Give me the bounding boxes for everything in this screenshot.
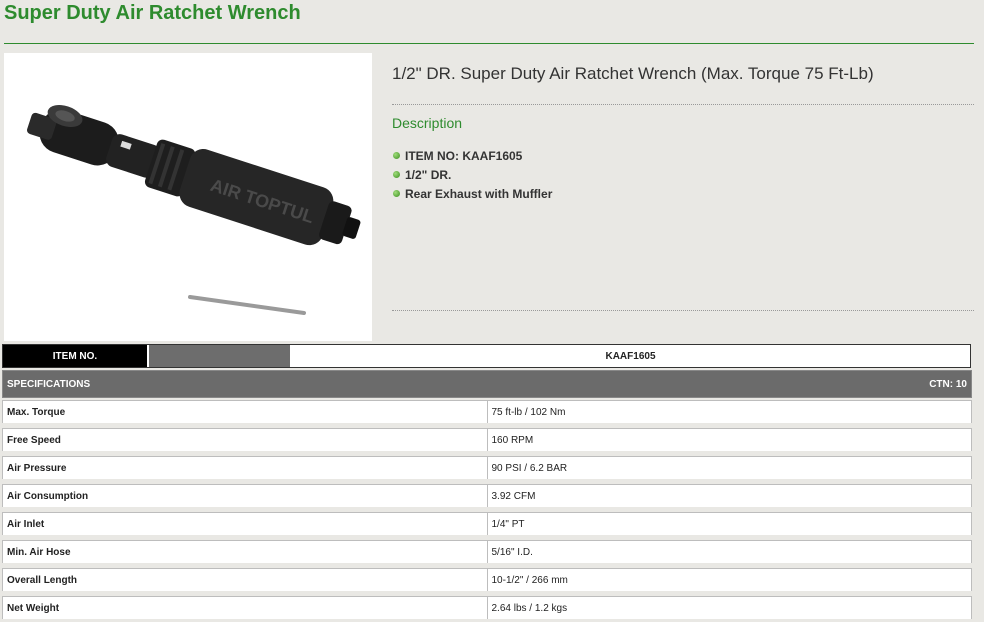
page-title: Super Duty Air Ratchet Wrench — [4, 2, 301, 24]
description-title: Description — [392, 115, 463, 131]
table-row: Air Pressure 90 PSI / 6.2 BAR — [2, 456, 972, 481]
spec-value: 5/16" I.D. — [486, 540, 972, 565]
table-row: Free Speed 160 RPM — [2, 428, 972, 453]
spec-value: 2.64 lbs / 1.2 kgs — [486, 596, 972, 621]
item-number-bar: ITEM NO. KAAF1605 — [2, 344, 971, 368]
description-item-text: Rear Exhaust with Muffler — [405, 186, 553, 201]
spec-name: Overall Length — [2, 568, 488, 593]
table-row: Min. Air Hose 5/16" I.D. — [2, 540, 972, 565]
spec-name: Air Inlet — [2, 512, 488, 537]
spec-name: Min. Air Hose — [2, 540, 488, 565]
bullet-icon — [393, 152, 400, 159]
description-item: ITEM NO: KAAF1605 — [393, 146, 552, 165]
spec-value: 75 ft-lb / 102 Nm — [486, 400, 972, 425]
bullet-icon — [393, 190, 400, 197]
specifications-title: SPECIFICATIONS — [2, 370, 487, 398]
table-row: Overall Length 10-1/2" / 266 mm — [2, 568, 972, 593]
description-item-text: 1/2" DR. — [405, 167, 452, 182]
description-list: ITEM NO: KAAF1605 1/2" DR. Rear Exhaust … — [393, 146, 552, 203]
product-heading: 1/2" DR. Super Duty Air Ratchet Wrench (… — [392, 64, 874, 83]
item-number-spacer — [149, 345, 290, 367]
heading-divider — [392, 104, 974, 105]
spec-name: Air Consumption — [2, 484, 488, 509]
description-item: 1/2" DR. — [393, 165, 552, 184]
table-row: Max. Torque 75 ft-lb / 102 Nm — [2, 400, 972, 425]
spec-value: 90 PSI / 6.2 BAR — [486, 456, 972, 481]
specifications-table: SPECIFICATIONS CTN: 10 Max. Torque 75 ft-… — [2, 370, 972, 622]
carton-count: CTN: 10 — [487, 370, 972, 398]
spec-value: 3.92 CFM — [486, 484, 972, 509]
spec-name: Free Speed — [2, 428, 488, 453]
spec-name: Max. Torque — [2, 400, 488, 425]
item-number-label: ITEM NO. — [3, 345, 147, 367]
item-number-value: KAAF1605 — [605, 350, 656, 362]
product-image: AIR TOPTUL — [4, 53, 372, 341]
specifications-header: SPECIFICATIONS CTN: 10 — [2, 370, 972, 398]
spec-name: Net Weight — [2, 596, 488, 621]
description-item: Rear Exhaust with Muffler — [393, 184, 552, 203]
table-row: Net Weight 2.64 lbs / 1.2 kgs — [2, 596, 972, 621]
spec-name: Air Pressure — [2, 456, 488, 481]
spec-value: 160 RPM — [486, 428, 972, 453]
table-row: Air Inlet 1/4" PT — [2, 512, 972, 537]
spec-value: 10-1/2" / 266 mm — [486, 568, 972, 593]
bullet-icon — [393, 171, 400, 178]
description-item-text: ITEM NO: KAAF1605 — [405, 148, 523, 163]
table-row: Air Consumption 3.92 CFM — [2, 484, 972, 509]
title-divider — [4, 43, 974, 44]
description-divider — [392, 310, 974, 311]
spec-value: 1/4" PT — [486, 512, 972, 537]
